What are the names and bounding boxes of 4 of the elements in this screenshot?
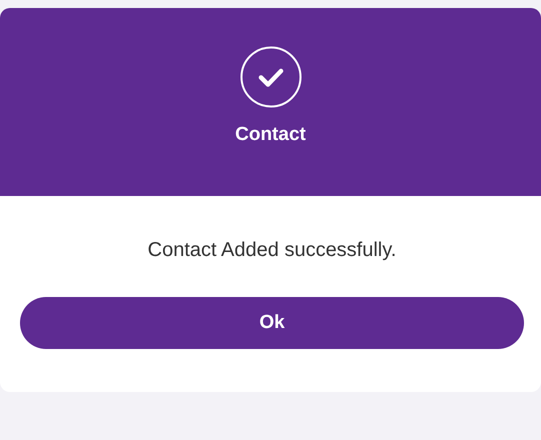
checkmark-icon — [240, 46, 302, 108]
dialog-message: Contact Added successfully. — [148, 239, 396, 262]
dialog-title: Contact — [235, 124, 306, 146]
ok-button[interactable]: Ok — [20, 297, 524, 349]
